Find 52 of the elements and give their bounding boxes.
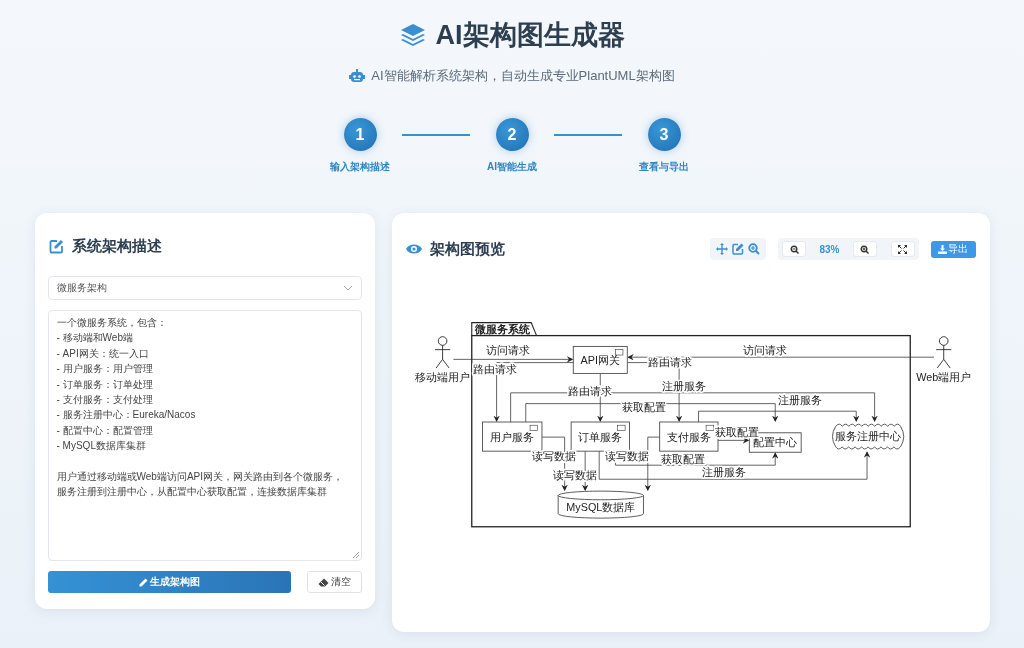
edge-label: 注册服务	[778, 393, 822, 406]
zoom-in-icon[interactable]	[748, 243, 761, 255]
edit-icon[interactable]	[732, 243, 745, 255]
component-node: 订单服务	[570, 421, 630, 452]
zoom-in-icon	[860, 244, 869, 254]
edge-label: 注册服务	[701, 466, 746, 478]
edge-label: 访问请求	[742, 343, 787, 356]
download-icon	[938, 244, 947, 254]
component-node: API网关	[572, 345, 628, 374]
description-field[interactable]: 一个微服务系统，包含： - 移动端和Web端 - API网关：统一入口 - 用户服务：用户管理 - 订单服务：订单处理 - 支付服务：支付处理 - 服务注册中心：Eureka/Nacos - 配置中心：配置管理 - MySQL数据库集群 用户通过移动端或Web端访问API网关，网关路由到各个微服务，服务注册到注册中心，从配置中心获取配置，连接数据库集群	[47, 310, 362, 561]
layers-icon	[399, 23, 426, 47]
resize-grip-icon[interactable]	[351, 551, 359, 558]
edge-label: 路由请求	[567, 385, 612, 397]
actor-label: Web端用户	[915, 370, 971, 383]
eraser-icon	[317, 577, 329, 587]
zoom-out-button[interactable]	[782, 241, 807, 257]
fullscreen-icon	[898, 244, 907, 254]
database-node: MySQL数据库	[557, 490, 644, 519]
move-icon[interactable]	[716, 243, 729, 255]
pencil-icon	[138, 577, 148, 587]
edit-icon	[48, 239, 64, 254]
description-text: 一个微服务系统，包含： - 移动端和Web端 - API网关：统一入口 - 用户服务：用户管理 - 订单服务：订单处理 - 支付服务：支付处理 - 服务注册中心：Eureka/Nacos - 配置中心：配置管理 - MySQL数据库集群	[56, 316, 197, 454]
edge-label: 获取配置	[660, 453, 705, 466]
step-label: 查看与导出	[639, 160, 689, 174]
subtitle: AI智能解析系统架构，自动生成专业PlantUML架构图	[371, 67, 675, 85]
panel-title: 系统架构描述	[71, 237, 162, 256]
edge-label: 访问请求	[485, 343, 530, 356]
zoom-out-icon	[790, 244, 799, 254]
robot-icon	[349, 69, 366, 83]
step-number: 2	[495, 118, 529, 151]
step-number: 1	[343, 118, 377, 151]
step-label: AI智能生成	[487, 160, 537, 174]
edge-label: 获取配置	[621, 401, 666, 414]
fullscreen-button[interactable]	[890, 241, 915, 257]
cloud-node: 服务注册中心	[831, 423, 904, 450]
edge-label: 注册服务	[661, 379, 706, 392]
actor-figure	[935, 336, 952, 369]
eye-icon	[405, 243, 422, 255]
zoom-in-button[interactable]	[852, 241, 877, 257]
template-select[interactable]: 微服务架构	[47, 276, 362, 300]
panel-title: 架构图预览	[429, 239, 505, 259]
actor-figure	[434, 336, 451, 369]
clear-button[interactable]: 清空	[306, 571, 362, 593]
step-number: 3	[647, 118, 681, 151]
app-title: AI架构图生成器	[435, 19, 625, 52]
step-label: 输入架构描述	[330, 160, 390, 174]
component-node: 用户服务	[481, 421, 542, 452]
generate-button[interactable]: 生成架构图	[47, 571, 291, 593]
chevron-icon	[342, 285, 353, 291]
actor-label: 移动端用户	[414, 370, 470, 383]
description-text: 用户通过移动端或Web端访问API网关，网关路由到各个微服务，服务注册到注册中心，从配置中心获取配置，连接数据库集群	[56, 470, 344, 500]
zoom-level: 83%	[819, 243, 840, 255]
